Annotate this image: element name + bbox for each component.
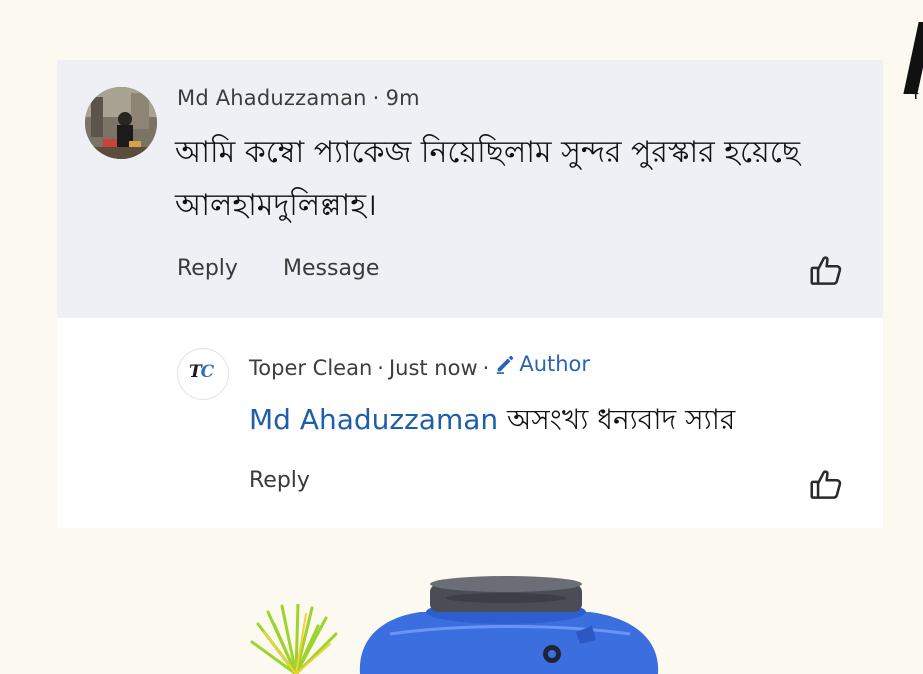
like-icon[interactable] <box>807 252 845 290</box>
meta-separator: · <box>377 356 384 380</box>
author-badge-label: Author <box>519 352 591 376</box>
reply-meta: Toper Clean · Just now · Author <box>249 352 590 380</box>
message-button[interactable]: Message <box>283 256 379 281</box>
reply-body-text: অসংখ্য ধন্যবাদ স্যার <box>498 403 736 436</box>
like-icon[interactable] <box>807 466 845 504</box>
reply-timestamp[interactable]: Just now <box>389 356 478 380</box>
reply-card: TC Toper Clean · Just now · Author Md Ahaduz… <box>57 318 883 528</box>
reply-author-name[interactable]: Toper Clean <box>249 356 372 380</box>
comment-body: আমি কম্বো প্যাকেজ নিয়েছিলাম সুন্দর পুরস… <box>175 135 800 223</box>
commenter-avatar[interactable] <box>85 87 157 159</box>
meta-separator: · <box>482 356 490 380</box>
mention-link[interactable]: Md Ahaduzzaman <box>249 403 498 436</box>
author-badge: Author <box>494 352 590 376</box>
reply-button[interactable]: Reply <box>177 256 238 281</box>
brand-logo-text: T <box>913 92 919 101</box>
brand-logo-partial: T <box>903 14 923 104</box>
page-avatar[interactable]: TC <box>177 348 229 400</box>
comment-card: Md Ahaduzzaman · 9m আমি কম্বো প্যাকেজ নিয়… <box>57 60 883 318</box>
water-tank-image <box>359 576 659 674</box>
comment-timestamp[interactable]: 9m <box>386 86 420 110</box>
meta-separator: · <box>372 86 380 110</box>
reply-button[interactable]: Reply <box>249 468 310 493</box>
avatar-photo <box>85 87 157 159</box>
comment-author-name[interactable]: Md Ahaduzzaman <box>177 86 367 110</box>
page-avatar-logo: TC <box>189 362 214 382</box>
pencil-icon <box>497 355 514 374</box>
brand-logo-mark <box>903 22 923 94</box>
reply-body: Md Ahaduzzaman অসংখ্য ধন্যবাদ স্যার <box>249 398 735 445</box>
comment-meta: Md Ahaduzzaman · 9m <box>177 86 420 110</box>
